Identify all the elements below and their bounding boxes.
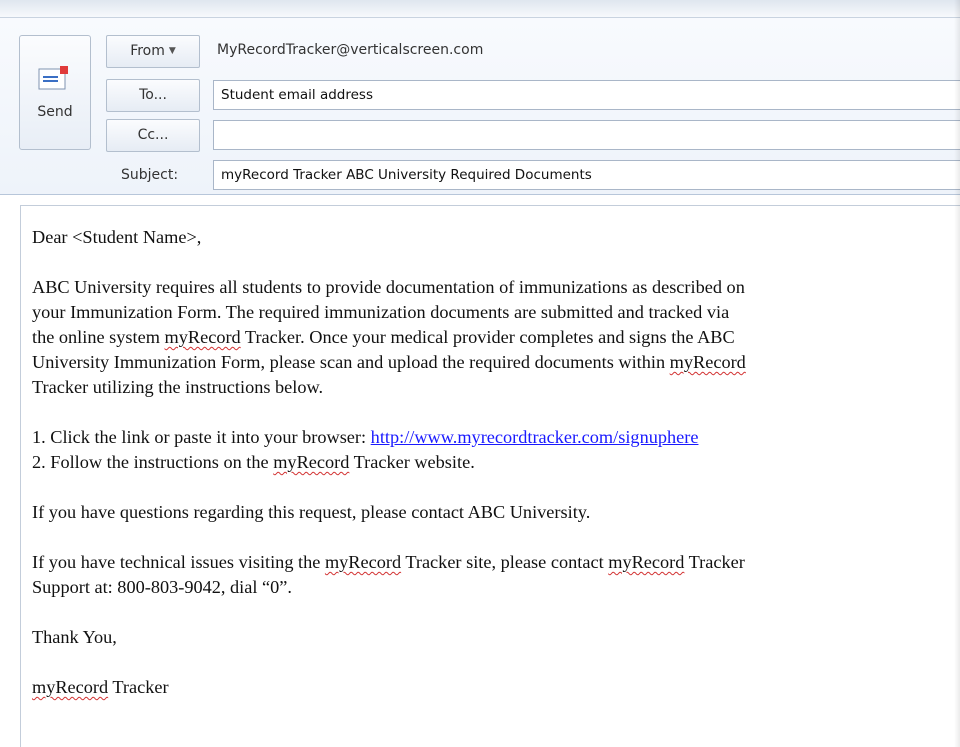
from-button[interactable]: From ▼: [106, 35, 200, 68]
cc-field[interactable]: [213, 120, 960, 150]
misspelled-word: myRecord: [324, 552, 402, 572]
instructions: 1. Click the link or paste it into your …: [32, 425, 952, 475]
paragraph-requirements: ABC University requires all students to …: [32, 277, 746, 397]
message-text: Dear <Student Name>, ABC University requ…: [32, 225, 952, 725]
greeting: Dear <Student Name>,: [32, 227, 202, 247]
compose-header: Send From ▼ MyRecordTracker@verticalscree…: [0, 0, 960, 195]
from-label: From: [130, 43, 165, 59]
misspelled-word: myRecord: [32, 677, 109, 697]
chevron-down-icon: ▼: [168, 46, 176, 56]
misspelled-word: myRecord: [608, 552, 685, 572]
subject-field[interactable]: myRecord Tracker ABC University Required…: [213, 160, 960, 190]
send-envelope-icon: [38, 66, 68, 90]
window-edge-shadow: [954, 0, 960, 747]
step-2: 2. Follow the instructions on the myReco…: [32, 452, 475, 472]
subject-label: Subject:: [121, 167, 179, 183]
to-button[interactable]: To...: [106, 79, 200, 112]
technical-support-paragraph: If you have technical issues visiting th…: [32, 552, 745, 597]
signature: myRecord Tracker: [32, 677, 169, 697]
window-top-edge: [0, 0, 960, 18]
questions-paragraph: If you have questions regarding this req…: [32, 502, 591, 522]
closing: Thank You,: [32, 627, 117, 647]
step-1: 1. Click the link or paste it into your …: [32, 427, 699, 447]
to-field[interactable]: Student email address: [213, 80, 960, 110]
email-compose-window: Send From ▼ MyRecordTracker@verticalscree…: [0, 0, 960, 747]
send-label: Send: [37, 104, 73, 120]
misspelled-word: myRecord: [273, 452, 350, 472]
from-address: MyRecordTracker@verticalscreen.com: [217, 42, 484, 58]
cc-button[interactable]: Cc...: [106, 119, 200, 152]
send-button[interactable]: Send: [19, 35, 91, 150]
misspelled-word: myRecord: [669, 352, 746, 372]
misspelled-word: myRecord: [164, 327, 241, 347]
signup-link[interactable]: http://www.myrecordtracker.com/signupher…: [371, 427, 699, 447]
